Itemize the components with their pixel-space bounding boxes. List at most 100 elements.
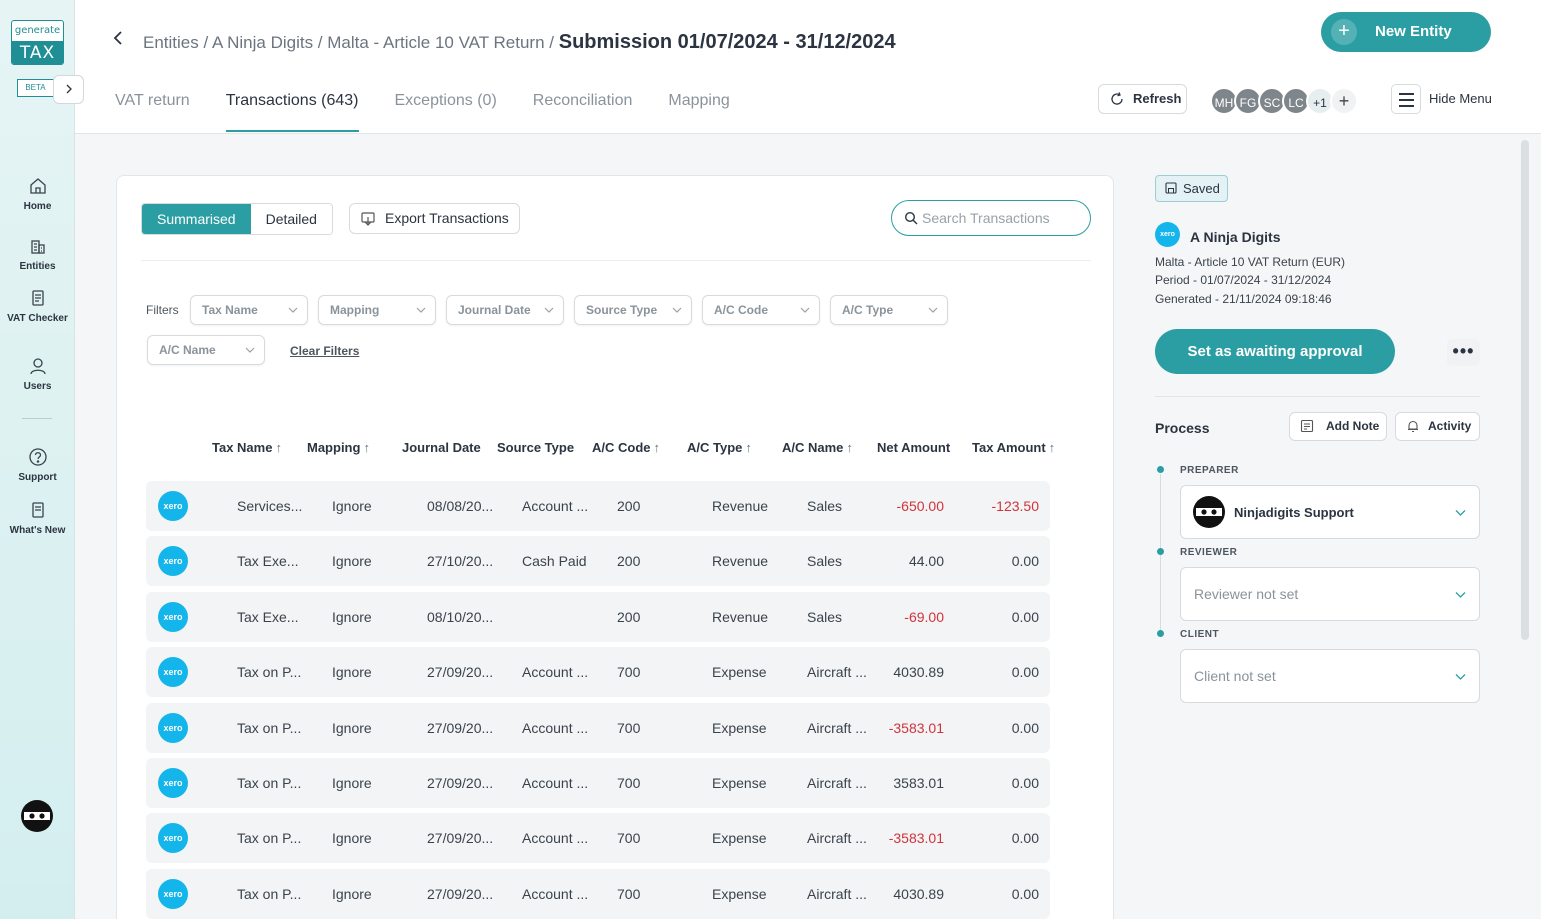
tab-mapping[interactable]: Mapping [668,92,729,130]
cell-tax-amount: -123.50 [991,498,1039,514]
filter-mapping[interactable]: Mapping [318,295,436,325]
cell-code: 700 [617,775,641,791]
cell-date: 27/09/20... [427,664,494,681]
page-scrollbar[interactable] [1521,140,1529,640]
breadcrumb-path[interactable]: Entities / A Ninja Digits / Malta - Arti… [143,33,554,52]
note-icon [1300,419,1314,433]
ninja-avatar[interactable] [21,800,53,832]
table-row[interactable]: xero Tax on P... Ignore 27/09/20... Account … [146,868,1050,919]
xero-logo-icon: xero [158,712,188,743]
cell-type: Revenue [712,553,769,570]
nav-item-whats-new[interactable]: What's New [0,500,75,537]
chevron-down-icon [672,307,682,313]
cell-tax-name: Services... [237,498,303,514]
table-row[interactable]: xero Tax Exe... Ignore 27/10/20... Cash Paid… [146,536,1050,587]
cell-net-amount: 4030.89 [893,664,944,681]
reviewer-select[interactable]: Reviewer not set [1180,567,1480,621]
nav-item-users[interactable]: Users [0,356,75,393]
hide-menu-button[interactable]: Hide Menu [1391,84,1492,114]
activity-button[interactable]: Activity [1395,412,1480,441]
column-header-journal-date[interactable]: Journal Date [402,440,481,455]
cell-type: Revenue [712,608,769,625]
table-row[interactable]: xero Tax on P... Ignore 27/09/20... Account … [146,647,1050,698]
column-header-label: Tax Amount [972,440,1046,455]
column-header-label: Source Type [497,440,575,455]
column-header-ac-type[interactable]: A/C Type ↑ [687,440,752,455]
table-row[interactable]: xero Tax Exe... Ignore 08/10/20... 200 Revenu… [146,591,1050,642]
filter-tax-name[interactable]: Tax Name [190,295,308,325]
tab-reconciliation[interactable]: Reconciliation [533,92,633,130]
app-logo[interactable]: generate TAX [11,20,64,65]
chevron-down-icon [928,307,938,313]
nav-label-whats-new: What's New [9,525,66,536]
refresh-label: Refresh [1133,91,1182,106]
cell-net-amount: 44.00 [908,553,944,570]
back-button[interactable] [111,28,125,54]
nav-item-home[interactable]: Home [0,176,75,213]
set-awaiting-approval-button[interactable]: Set as awaiting approval [1155,329,1395,374]
filter-ac-name[interactable]: A/C Name [147,335,265,365]
new-entity-button[interactable]: + New Entity [1321,12,1491,52]
nav-item-support[interactable]: Support [0,447,75,484]
table-row[interactable]: xero Tax on P... Ignore 27/09/20... Account … [146,758,1050,808]
table-row[interactable]: xero Tax on P... Ignore 27/09/20... Account … [146,813,1050,864]
column-header-mapping[interactable]: Mapping ↑ [307,440,370,455]
tab-exceptions[interactable]: Exceptions (0) [395,92,497,130]
filter-label: Tax Name [202,303,258,317]
export-transactions-button[interactable]: Export Transactions [349,203,520,234]
cell-code: 200 [617,553,641,570]
search-input[interactable] [922,208,1082,228]
column-header-label: Net Amount [877,440,951,455]
filter-journal-date[interactable]: Journal Date [446,295,564,325]
cell-mapping: Ignore [332,885,372,902]
nav-item-entities[interactable]: Entities [0,236,75,273]
generated-text: Generated - 21/11/2024 09:18:46 [1155,292,1332,306]
cell-tax-amount: 0.00 [1011,553,1039,570]
xero-logo-icon: xero [158,601,188,632]
cell-date: 27/09/20... [427,885,494,902]
clear-filters-link[interactable]: Clear Filters [290,344,359,358]
column-header-ac-code[interactable]: A/C Code ↑ [592,440,660,455]
new-entity-label: New Entity [1375,23,1452,40]
chevron-down-icon [288,307,298,313]
refresh-button[interactable]: Refresh [1098,84,1187,114]
tab-vat-return[interactable]: VAT return [115,92,190,130]
cell-mapping: Ignore [332,830,372,847]
collapse-nav-button[interactable] [53,75,84,104]
help-icon [28,448,47,466]
column-header-ac-name[interactable]: A/C Name ↑ [782,440,853,455]
cell-net-amount: -3583.01 [888,830,944,847]
nav-item-vat-checker[interactable]: VAT Checker [0,288,75,325]
cell-net-amount: -650.00 [896,498,944,514]
hide-menu-label: Hide Menu [1429,91,1492,106]
ninja-avatar-icon [24,812,50,820]
cell-tax-amount: 0.00 [1011,885,1039,902]
tab-transactions[interactable]: Transactions (643) [225,92,359,132]
sort-up-icon: ↑ [653,440,661,455]
column-header-net-amount[interactable]: Net Amount [877,440,950,455]
summarised-toggle[interactable]: Summarised [142,204,251,234]
table-row[interactable]: xero Tax on P... Ignore 27/09/20... Account … [146,702,1050,753]
column-header-source-type[interactable]: Source Type [497,440,574,455]
client-select[interactable]: Client not set [1180,649,1480,703]
column-header-tax-name[interactable]: Tax Name ↑ [212,440,282,455]
cell-source: Account ... [522,775,589,791]
filter-ac-type[interactable]: A/C Type [830,295,948,325]
filter-source-type[interactable]: Source Type [574,295,692,325]
document-icon [31,290,44,306]
xero-logo-icon: xero [158,768,188,798]
add-collaborator-button[interactable]: + [1330,87,1358,115]
column-header-tax-amount[interactable]: Tax Amount ↑ [972,440,1055,455]
add-note-label: Add Note [1326,419,1380,433]
detailed-toggle[interactable]: Detailed [250,204,332,234]
nav-label-home: Home [23,201,52,212]
chevron-down-icon [1455,674,1466,680]
filter-ac-code[interactable]: A/C Code [702,295,820,325]
table-row[interactable]: xero Services... Ignore 08/08/20... Account … [146,481,1050,531]
add-note-button[interactable]: Add Note [1289,412,1387,441]
preparer-select[interactable]: Ninjadigits Support [1180,485,1480,539]
cell-tax-amount: 0.00 [1011,664,1039,681]
cell-type: Expense [712,830,767,847]
cell-tax-amount: 0.00 [1011,830,1039,847]
more-options-button[interactable]: ••• [1447,339,1480,366]
